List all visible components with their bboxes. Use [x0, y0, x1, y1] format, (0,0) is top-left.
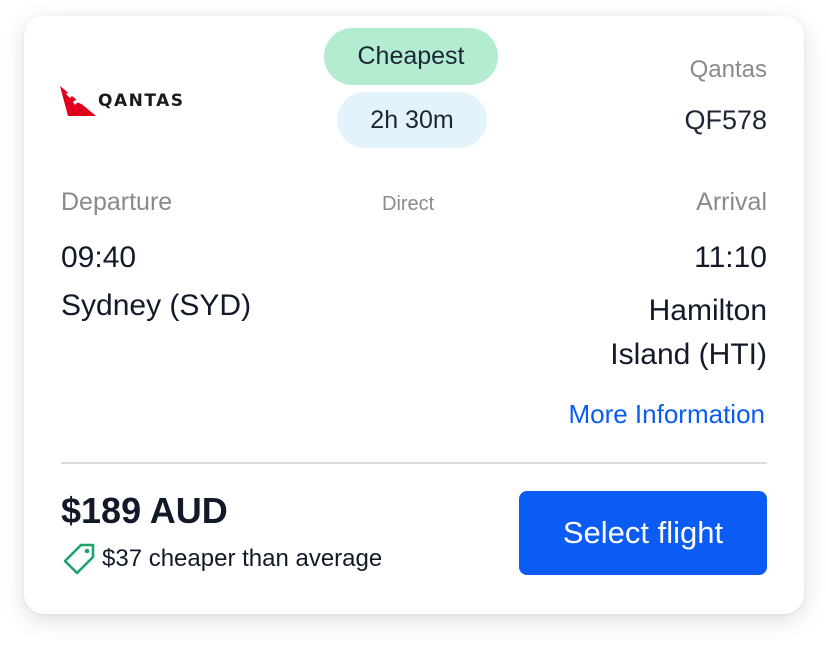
- airline-logo: QANTAS: [60, 86, 185, 116]
- arrival-city: Hamilton Island (HTI): [610, 294, 767, 371]
- stops-label: Direct: [382, 193, 435, 215]
- arrival-label: Arrival: [696, 188, 767, 216]
- more-information-link[interactable]: More Information: [568, 399, 765, 430]
- select-flight-button[interactable]: Select flight: [519, 491, 767, 575]
- divider: [61, 462, 767, 464]
- savings-text: $37 cheaper than average: [102, 545, 383, 572]
- cheapest-badge: Cheapest: [324, 28, 498, 85]
- flight-card: QANTAS Cheapest 2h 30m Qantas QF578 Depa…: [24, 16, 804, 614]
- price: $189 AUD: [61, 490, 228, 531]
- duration-badge: 2h 30m: [337, 92, 487, 148]
- logo-text: QANTAS: [98, 91, 185, 111]
- departure-label: Departure: [61, 188, 173, 216]
- departure-time: 09:40: [61, 241, 137, 274]
- airline-name: Qantas: [689, 56, 767, 83]
- arrival-time: 11:10: [694, 241, 767, 274]
- flight-number: QF578: [684, 105, 767, 135]
- kangaroo-tail-icon: [60, 86, 96, 116]
- departure-city: Sydney (SYD): [61, 289, 252, 322]
- savings-note: $37 cheaper than average: [61, 542, 382, 576]
- price-tag-icon: [63, 543, 95, 575]
